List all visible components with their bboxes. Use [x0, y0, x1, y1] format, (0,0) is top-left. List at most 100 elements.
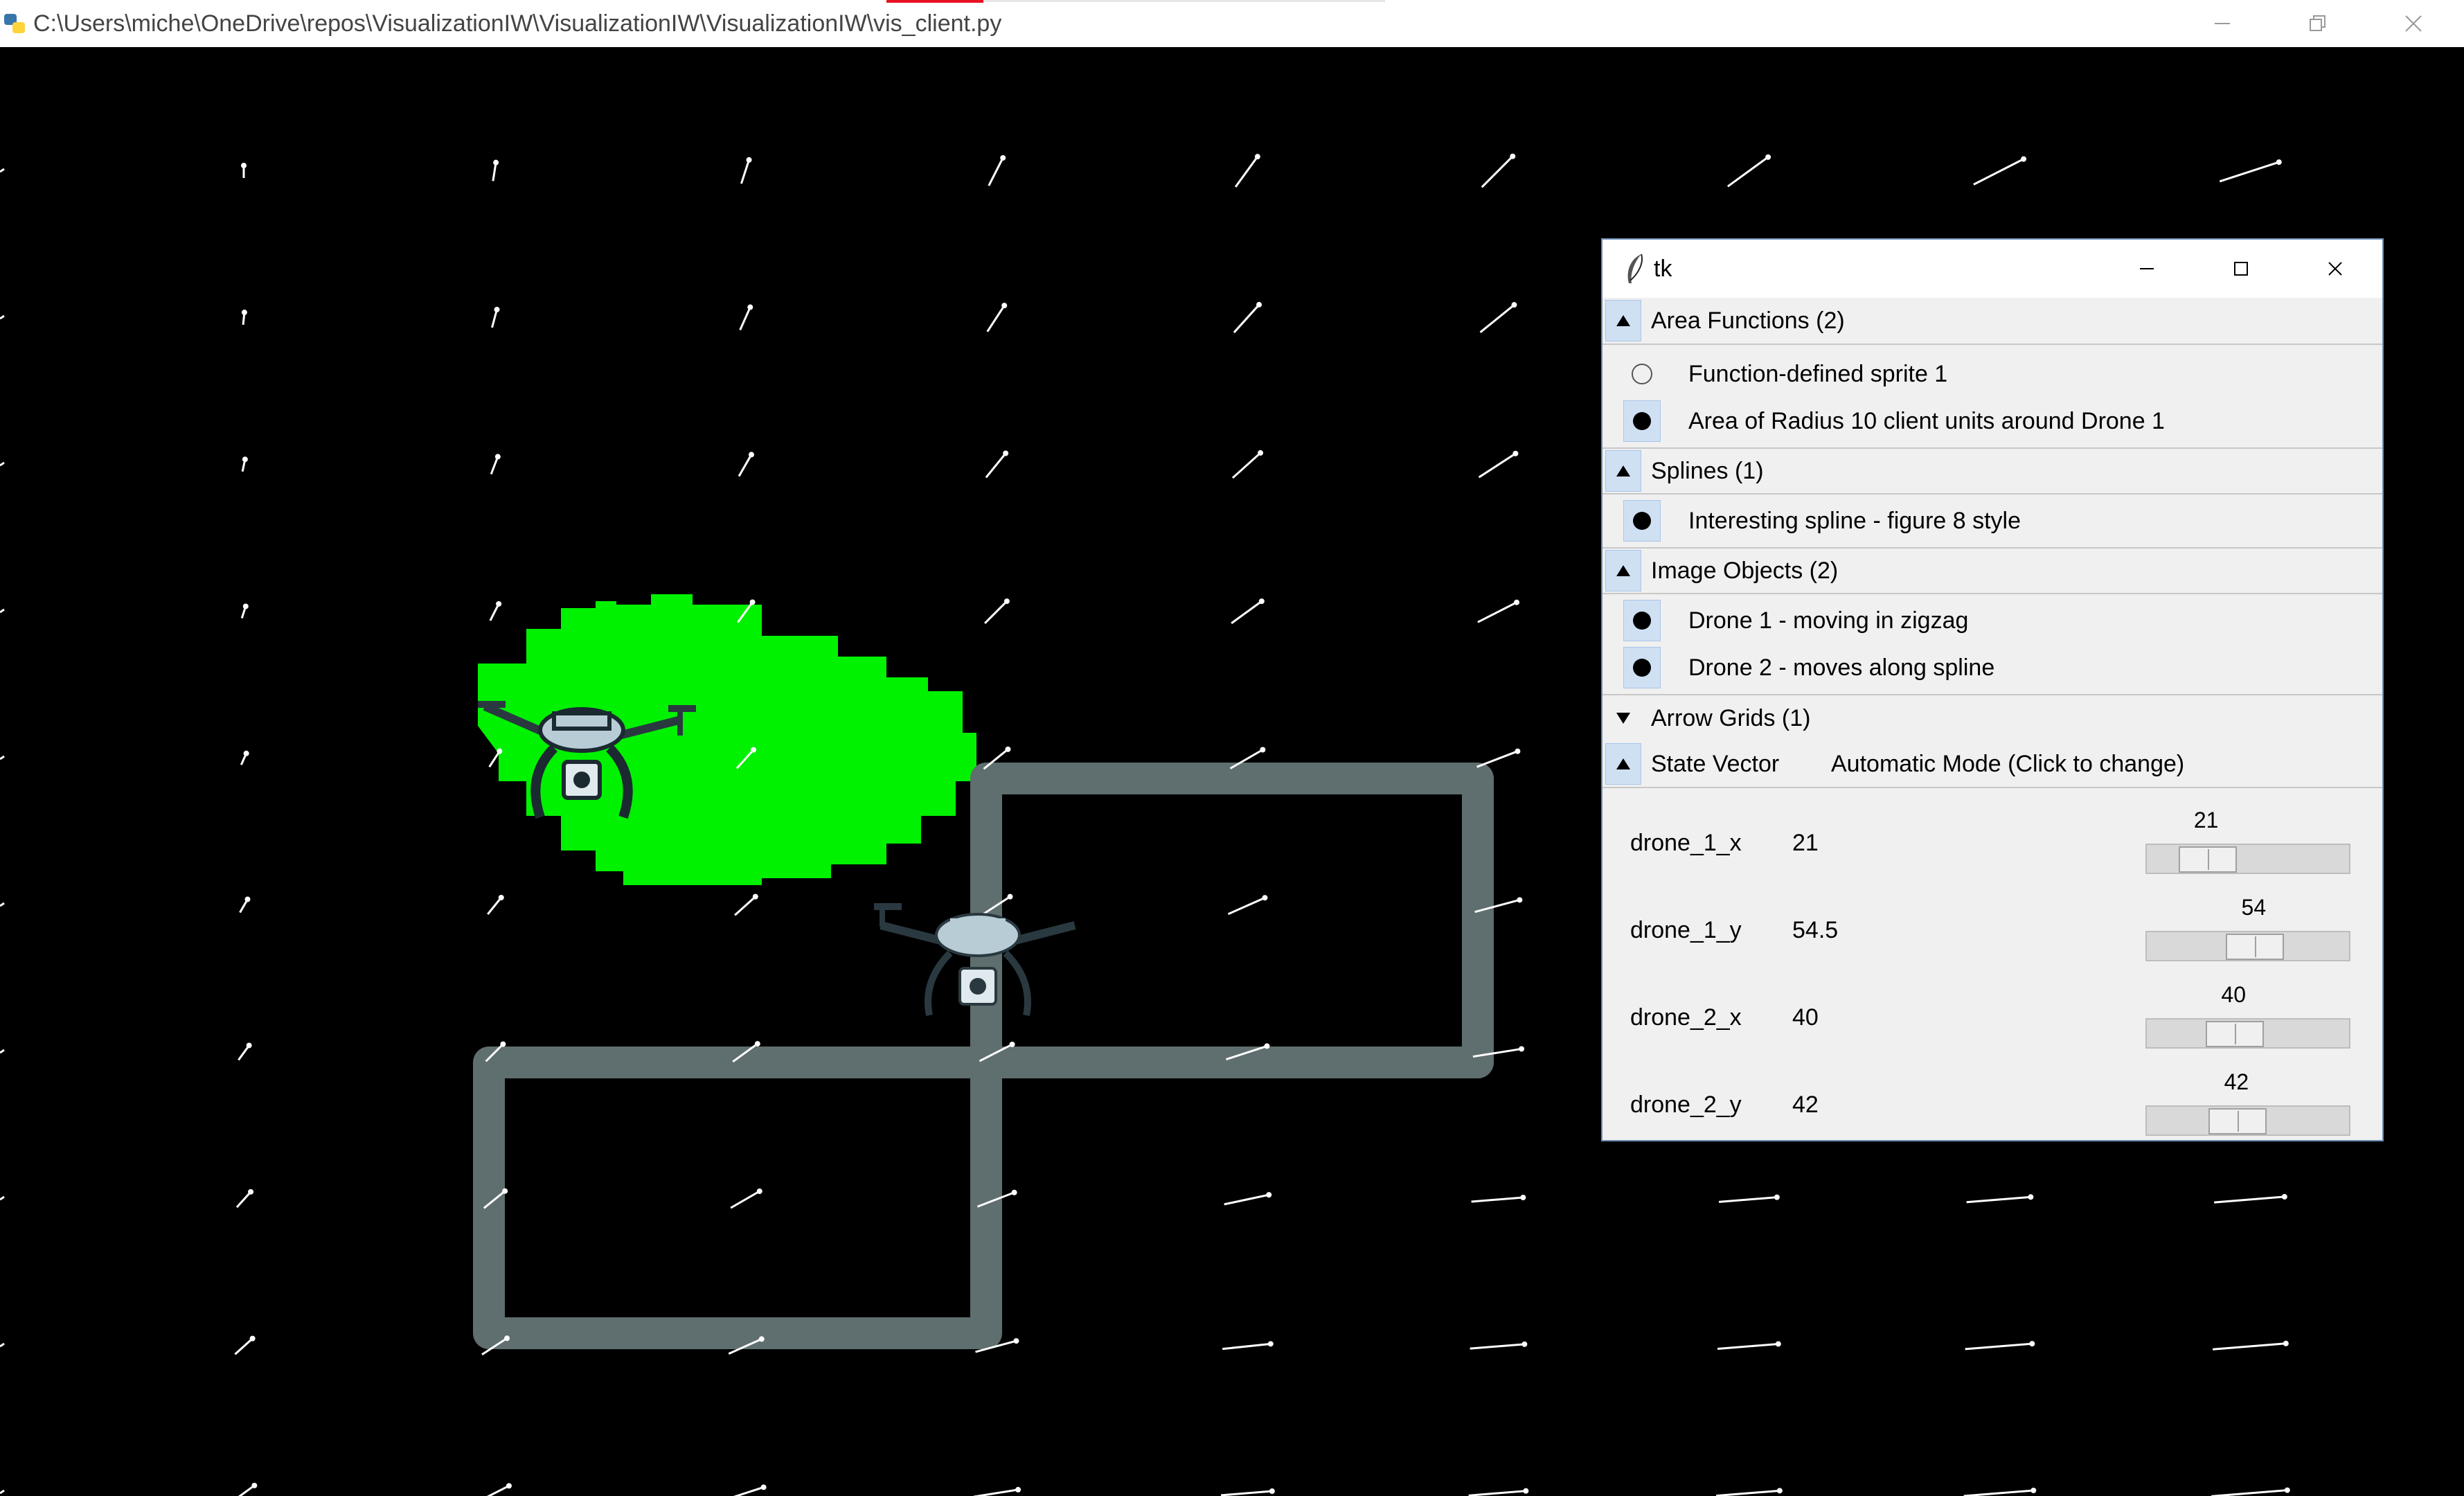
toggle-radio-spline[interactable]: [1623, 500, 1661, 542]
toggle-radio-drone-2[interactable]: [1623, 647, 1661, 688]
list-item-spline: Interesting spline - figure 8 style: [1603, 497, 2382, 544]
list-item-drone-2: Drone 2 - moves along spline: [1603, 644, 2382, 691]
grid-arrow: [988, 157, 1004, 186]
grid-arrow-head: [1256, 301, 1262, 308]
grid-arrow-head: [1266, 1192, 1272, 1198]
item-label: Interesting spline - figure 8 style: [1688, 507, 2021, 534]
var-slider[interactable]: 42: [2145, 1062, 2353, 1150]
var-slider[interactable]: 54: [2145, 888, 2353, 975]
grid-arrow: [986, 305, 1006, 332]
triangle-down-icon: [1616, 713, 1630, 724]
var-slider[interactable]: 40: [2145, 975, 2353, 1062]
state-var-row: drone_1_y 54.5 54: [1603, 888, 2382, 975]
grid-arrow-head: [1000, 154, 1006, 161]
minimize-button[interactable]: [2175, 0, 2270, 47]
slider-trough[interactable]: [2145, 931, 2350, 961]
close-button[interactable]: [2366, 0, 2461, 47]
slider-trough[interactable]: [2145, 1105, 2350, 1136]
radio-filled-icon: [1633, 512, 1651, 530]
var-value: 40: [1792, 1004, 1819, 1031]
minimize-icon: [2140, 268, 2154, 269]
var-name: drone_2_x: [1630, 1004, 1742, 1031]
section-label: Splines (1): [1651, 457, 1764, 484]
item-label: Area of Radius 10 client units around Dr…: [1688, 407, 2165, 434]
grid-arrow-head: [1015, 1486, 1021, 1493]
grid-arrow: [738, 454, 753, 477]
toggle-radio-function-sprite[interactable]: [1623, 353, 1661, 395]
slider-thumb[interactable]: [2206, 1021, 2265, 1047]
collapse-toggle-state-vector[interactable]: [1605, 743, 1641, 785]
grid-arrow-head: [502, 1188, 508, 1194]
var-slider[interactable]: 21: [2145, 801, 2353, 888]
minimize-icon: [2215, 23, 2230, 24]
expand-toggle-arrow-grids[interactable]: [1605, 697, 1641, 739]
item-label: Drone 2 - moves along spline: [1688, 654, 1995, 681]
var-name: drone_1_y: [1630, 917, 1742, 943]
tk-close-button[interactable]: [2288, 240, 2382, 298]
radio-filled-icon: [1633, 412, 1651, 430]
section-label: Arrow Grids (1): [1651, 704, 1811, 731]
grid-arrow: [733, 1486, 765, 1496]
grid-arrow-head: [2029, 1341, 2035, 1347]
grid-arrow-edge: [0, 1489, 5, 1495]
triangle-up-icon: [1616, 465, 1630, 477]
grid-arrow: [1468, 1490, 1526, 1496]
collapse-toggle-splines[interactable]: [1605, 450, 1641, 492]
grid-arrow-head: [752, 893, 758, 900]
tk-minimize-button[interactable]: [2100, 240, 2194, 298]
slider-trough[interactable]: [2145, 844, 2350, 874]
radio-empty-icon: [1632, 364, 1652, 384]
list-item-drone-1: Drone 1 - moving in zigzag: [1603, 597, 2382, 644]
toggle-radio-drone-1[interactable]: [1623, 600, 1661, 641]
grid-arrow: [1222, 1342, 1271, 1351]
grid-arrow-head: [1520, 1195, 1526, 1201]
toggle-radio-area-radius[interactable]: [1623, 400, 1661, 442]
grid-arrow: [1478, 452, 1517, 479]
grid-arrow-head: [1512, 450, 1519, 456]
tk-titlebar: tk: [1603, 240, 2382, 298]
grid-arrow-head: [248, 1188, 254, 1195]
grid-arrow-head: [749, 452, 754, 458]
grid-arrow-head: [1267, 1341, 1274, 1347]
slider-thumb[interactable]: [2178, 846, 2237, 873]
slider-thumb[interactable]: [2208, 1108, 2267, 1134]
grid-arrow: [739, 306, 751, 331]
restore-button[interactable]: [2270, 0, 2366, 47]
grid-arrow-head: [251, 1482, 258, 1488]
mode-toggle-button[interactable]: Automatic Mode (Click to change): [1831, 751, 2184, 778]
feather-icon: [1627, 253, 1643, 283]
grid-arrow-head: [1775, 1341, 1781, 1347]
window-title: C:\Users\miche\OneDrive\repos\Visualizat…: [33, 10, 1002, 37]
grid-arrow-head: [241, 163, 247, 168]
restore-icon: [2310, 15, 2325, 31]
grid-arrow-edge: [0, 608, 5, 614]
tk-title: tk: [1654, 255, 1672, 282]
collapse-toggle-image-objects[interactable]: [1605, 550, 1641, 591]
grid-arrow: [2214, 1195, 2285, 1204]
grid-arrow: [1220, 1490, 1273, 1496]
grid-arrow-head: [242, 603, 249, 609]
grid-arrow-head: [249, 1335, 256, 1342]
radio-filled-icon: [1633, 659, 1651, 677]
slider-value-label: 21: [2193, 808, 2219, 832]
list-item-area-radius: Area of Radius 10 client units around Dr…: [1603, 398, 2382, 445]
grid-arrow-head: [1011, 1189, 1017, 1195]
grid-arrow-head: [1514, 599, 1520, 605]
state-var-row: drone_2_x 40 40: [1603, 975, 2382, 1062]
tk-maximize-button[interactable]: [2194, 240, 2288, 298]
section-area-functions: Area Functions (2): [1603, 298, 2382, 345]
section-image-objects: Image Objects (2): [1603, 547, 2382, 594]
grid-arrow-head: [756, 1188, 762, 1194]
grid-arrow-head: [494, 454, 501, 460]
grid-arrow: [985, 452, 1007, 479]
grid-arrow: [1481, 155, 1514, 188]
section-splines: Splines (1): [1603, 447, 2382, 495]
var-name: drone_1_x: [1630, 830, 1742, 856]
grid-arrow-head: [1523, 1488, 1529, 1494]
grid-arrow: [1477, 601, 1517, 623]
grid-arrow-head: [1511, 302, 1517, 308]
collapse-toggle-area-functions[interactable]: [1605, 300, 1641, 341]
slider-trough[interactable]: [2145, 1018, 2350, 1049]
grid-arrow: [973, 1488, 1019, 1496]
slider-thumb[interactable]: [2226, 934, 2285, 960]
